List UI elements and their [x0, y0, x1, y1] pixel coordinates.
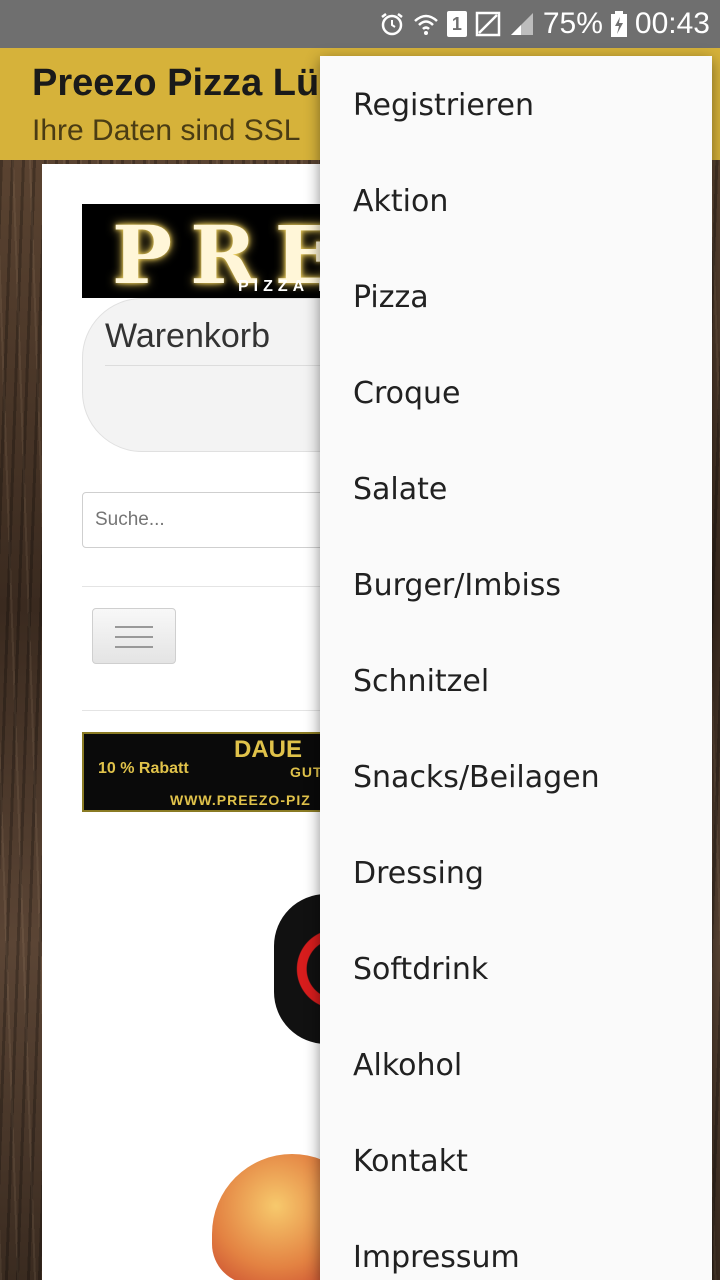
- hamburger-line: [115, 626, 153, 628]
- cart-title: Warenkorb: [105, 317, 271, 355]
- menu-item-burger-imbiss[interactable]: Burger/Imbiss: [320, 537, 712, 633]
- banner-discount: 10 % Rabatt: [98, 760, 189, 777]
- menu-item-kontakt[interactable]: Kontakt: [320, 1113, 712, 1209]
- menu-item-croque[interactable]: Croque: [320, 345, 712, 441]
- wifi-icon: [414, 14, 438, 35]
- menu-item-alkohol[interactable]: Alkohol: [320, 1017, 712, 1113]
- menu-item-pizza[interactable]: Pizza: [320, 249, 712, 345]
- menu-item-impressum[interactable]: Impressum: [320, 1209, 712, 1280]
- page-subtitle: Ihre Daten sind SSL: [32, 114, 301, 147]
- status-bar: 1 75% 00:43: [0, 0, 720, 48]
- signal-icon: [510, 13, 533, 35]
- menu-item-salate[interactable]: Salate: [320, 441, 712, 537]
- battery-charging-icon: [610, 11, 627, 37]
- menu-item-dressing[interactable]: Dressing: [320, 825, 712, 921]
- sim-icon: 1: [446, 11, 467, 37]
- hamburger-line: [115, 646, 153, 648]
- hamburger-line: [115, 636, 153, 638]
- page-title: Preezo Pizza Lü: [32, 62, 320, 104]
- alarm-icon: [381, 13, 403, 36]
- menu-item-schnitzel[interactable]: Schnitzel: [320, 633, 712, 729]
- banner-url: WWW.PREEZO-PIZ: [170, 792, 311, 808]
- menu-item-registrieren[interactable]: Registrieren: [320, 57, 712, 153]
- status-bar-icons: 1 75% 00:43: [379, 0, 710, 48]
- banner-headline: DAUE: [234, 736, 303, 763]
- menu-item-aktion[interactable]: Aktion: [320, 153, 712, 249]
- clock: 00:43: [634, 7, 710, 40]
- logo-subtext: PIZZA L: [238, 278, 333, 295]
- battery-percent: 75%: [542, 7, 603, 40]
- menu-item-softdrink[interactable]: Softdrink: [320, 921, 712, 1017]
- no-signal-icon: [475, 11, 501, 37]
- overflow-menu: Registrieren Aktion Pizza Croque Salate Burge…: [320, 56, 712, 1280]
- menu-item-snacks-beilagen[interactable]: Snacks/Beilagen: [320, 729, 712, 825]
- nav-toggle-button[interactable]: [92, 608, 176, 664]
